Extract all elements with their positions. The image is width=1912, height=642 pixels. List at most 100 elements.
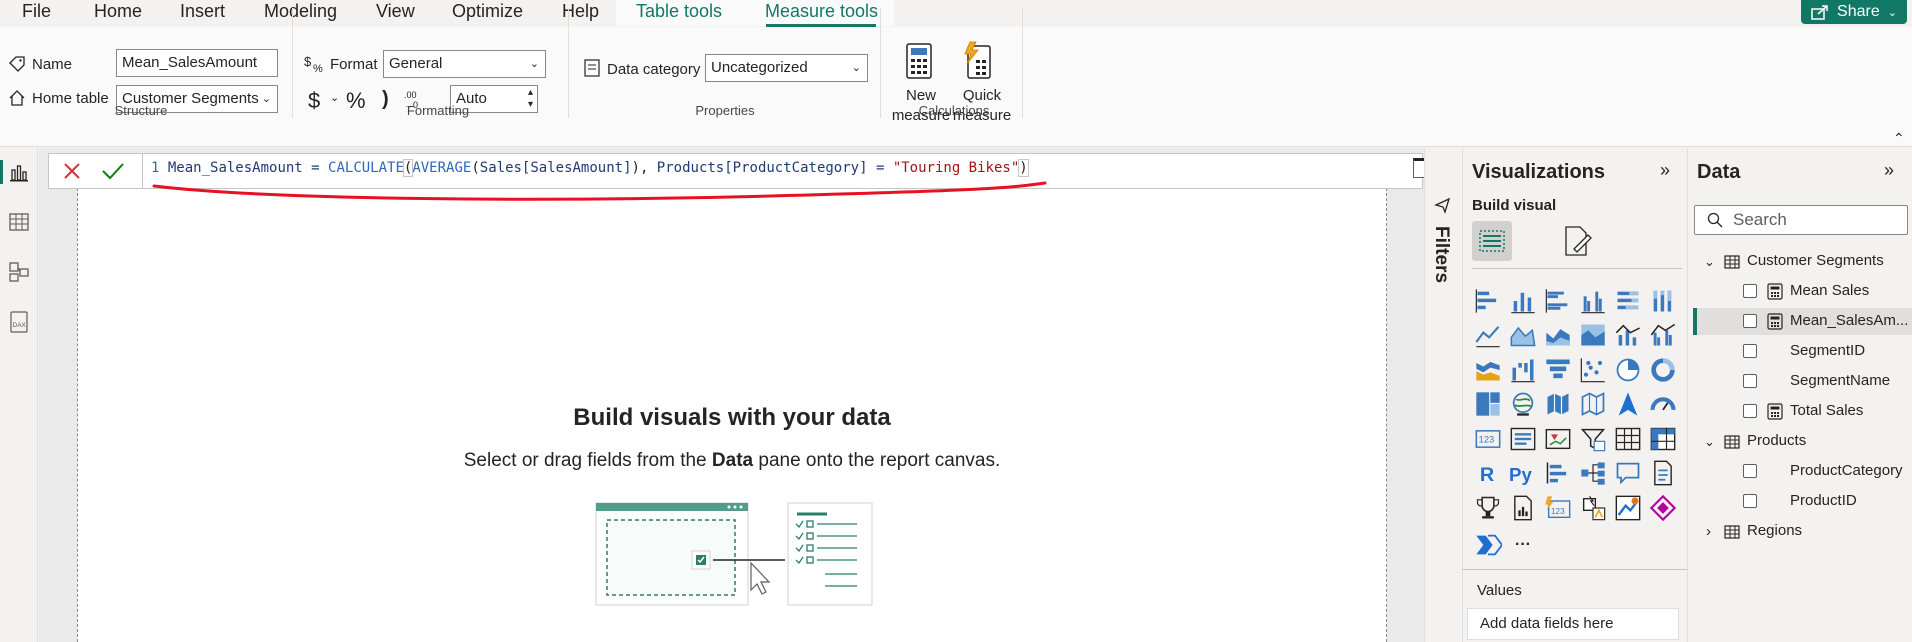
multi-row-card-icon[interactable] <box>1509 425 1537 453</box>
line-and-stacked-column-chart-icon[interactable] <box>1614 321 1642 349</box>
card-icon[interactable]: 123 <box>1474 425 1502 453</box>
currency-button[interactable]: $ <box>308 88 320 114</box>
report-view-icon[interactable] <box>7 160 31 184</box>
matrix-icon[interactable] <box>1649 425 1677 453</box>
field-item[interactable]: Mean Sales <box>1790 279 1869 303</box>
100-stacked-area-chart-icon[interactable] <box>1579 321 1607 349</box>
paginated-report-icon[interactable] <box>1509 494 1537 522</box>
stacked-bar-chart-icon[interactable] <box>1474 287 1502 315</box>
field-checkbox[interactable] <box>1743 374 1757 388</box>
commit-icon[interactable] <box>101 161 125 181</box>
table-name[interactable]: Customer Segments <box>1747 249 1884 273</box>
line-and-clustered-column-chart-icon[interactable] <box>1649 321 1677 349</box>
menu-file[interactable]: File <box>22 0 51 22</box>
menu-home[interactable]: Home <box>94 0 142 22</box>
field-item[interactable]: ProductID <box>1790 489 1857 513</box>
arcgis-map-icon[interactable] <box>1614 494 1642 522</box>
share-button[interactable]: Share ⌄ <box>1801 0 1907 24</box>
field-checkbox[interactable] <box>1743 284 1757 298</box>
ribbon-chart-icon[interactable] <box>1474 356 1502 384</box>
collapse-ribbon-icon[interactable]: ⌃ <box>1893 130 1905 147</box>
table-icon[interactable] <box>1614 425 1642 453</box>
field-item[interactable]: Total Sales <box>1790 399 1863 423</box>
scatter-chart-icon[interactable] <box>1579 356 1607 384</box>
spin-down-icon[interactable]: ▾ <box>528 92 533 118</box>
cancel-icon[interactable] <box>62 161 82 181</box>
donut-chart-icon[interactable] <box>1649 356 1677 384</box>
waterfall-chart-icon[interactable] <box>1509 356 1537 384</box>
power-apps-icon[interactable]: 123 <box>1544 494 1572 522</box>
name-input[interactable]: Mean_SalesAmount <box>116 49 278 77</box>
chevron-down-icon[interactable]: ⌄ <box>330 91 339 104</box>
treemap-icon[interactable] <box>1474 390 1502 418</box>
key-influencers-icon[interactable] <box>1544 459 1572 487</box>
filters-pane-collapsed[interactable] <box>1424 148 1462 642</box>
data-category-select[interactable]: Uncategorized ⌄ <box>705 54 868 82</box>
menu-table-tools[interactable]: Table tools <box>636 0 722 22</box>
menu-insert[interactable]: Insert <box>180 0 225 22</box>
shape-map-icon[interactable] <box>1579 390 1607 418</box>
field-checkbox[interactable] <box>1743 494 1757 508</box>
kpi-icon[interactable] <box>1544 425 1572 453</box>
metrics-icon[interactable] <box>1649 494 1677 522</box>
dax-query-view-icon[interactable]: DAX <box>7 310 31 334</box>
100-stacked-column-chart-icon[interactable] <box>1649 287 1677 315</box>
decomposition-tree-icon[interactable] <box>1579 459 1607 487</box>
slicer-icon[interactable] <box>1579 425 1607 453</box>
stacked-column-chart-icon[interactable] <box>1509 287 1537 315</box>
model-view-icon[interactable] <box>7 260 31 284</box>
azure-map-icon[interactable] <box>1614 390 1642 418</box>
values-drop-zone[interactable]: Add data fields here <box>1467 608 1679 640</box>
field-checkbox[interactable] <box>1743 404 1757 418</box>
power-automate-flow-icon[interactable] <box>1474 531 1502 559</box>
field-item[interactable]: SegmentID <box>1790 339 1865 363</box>
field-checkbox[interactable] <box>1743 464 1757 478</box>
clustered-column-chart-icon[interactable] <box>1579 287 1607 315</box>
build-visual-tab[interactable] <box>1472 221 1512 261</box>
gauge-icon[interactable] <box>1649 390 1677 418</box>
chevron-right-icon[interactable]: › <box>1706 523 1711 540</box>
smart-narrative-icon[interactable] <box>1649 459 1677 487</box>
qna-icon[interactable] <box>1614 459 1642 487</box>
power-automate-icon[interactable] <box>1579 494 1607 522</box>
dax-formula[interactable]: 1 Mean_SalesAmount = CALCULATE(AVERAGE(S… <box>151 159 1029 177</box>
format-select[interactable]: General ⌄ <box>383 50 546 78</box>
area-chart-icon[interactable] <box>1509 321 1537 349</box>
menu-measure-tools[interactable]: Measure tools <box>765 0 878 22</box>
pie-chart-icon[interactable] <box>1614 356 1642 384</box>
trophy-icon[interactable] <box>1474 494 1502 522</box>
comma-button[interactable]: ) <box>382 88 389 111</box>
new-measure-icon[interactable] <box>905 42 933 80</box>
line-chart-icon[interactable] <box>1474 321 1502 349</box>
menu-optimize[interactable]: Optimize <box>452 0 523 22</box>
field-checkbox[interactable] <box>1743 314 1757 328</box>
format-visual-tab[interactable] <box>1556 221 1596 261</box>
filter-icon[interactable] <box>1434 197 1452 215</box>
table-name[interactable]: Products <box>1747 429 1806 453</box>
table-name[interactable]: Regions <box>1747 519 1802 543</box>
menu-view[interactable]: View <box>376 0 415 22</box>
field-item[interactable]: ProductCategory <box>1790 459 1903 483</box>
100-stacked-bar-chart-icon[interactable] <box>1614 287 1642 315</box>
field-checkbox[interactable] <box>1743 344 1757 358</box>
chevron-down-icon[interactable]: ⌄ <box>1704 434 1715 450</box>
field-item-selected[interactable]: Mean_SalesAm... <box>1790 309 1908 333</box>
quick-measure-icon[interactable] <box>962 40 994 80</box>
funnel-chart-icon[interactable] <box>1544 356 1572 384</box>
table-view-icon[interactable] <box>7 210 31 234</box>
filled-map-icon[interactable] <box>1544 390 1572 418</box>
percent-button[interactable]: % <box>346 88 366 114</box>
search-input[interactable]: Search <box>1694 205 1908 235</box>
r-visual-icon[interactable]: R <box>1474 459 1502 487</box>
map-icon[interactable] <box>1509 390 1537 418</box>
menu-modeling[interactable]: Modeling <box>264 0 337 22</box>
clustered-bar-chart-icon[interactable] <box>1544 287 1572 315</box>
collapse-pane-icon[interactable]: » <box>1884 160 1894 181</box>
chevron-down-icon[interactable]: ⌄ <box>1704 254 1715 270</box>
filters-label[interactable]: Filters <box>1430 226 1452 283</box>
python-visual-icon[interactable]: Py <box>1509 459 1537 487</box>
field-item[interactable]: SegmentName <box>1790 369 1890 393</box>
collapse-pane-icon[interactable]: » <box>1660 160 1670 181</box>
more-visuals-icon[interactable]: ··· <box>1509 531 1537 559</box>
stacked-area-chart-icon[interactable] <box>1544 321 1572 349</box>
